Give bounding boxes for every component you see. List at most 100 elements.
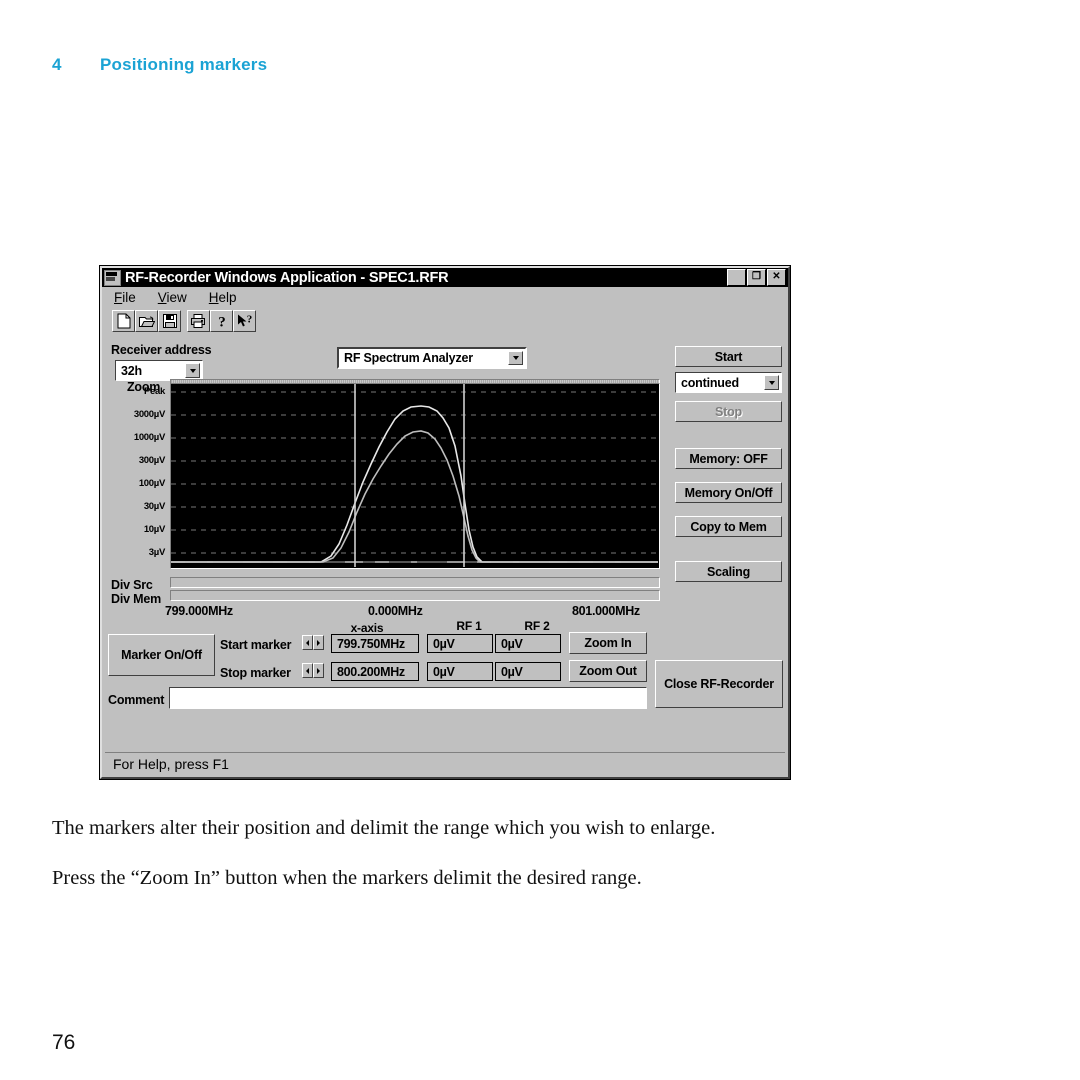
window-title-bar[interactable]: RF-Recorder Windows Application - SPEC1.… xyxy=(102,268,788,287)
stop-marker-x-value: 800.200MHz xyxy=(337,664,405,679)
memory-status-label: Memory: OFF xyxy=(689,451,768,466)
open-file-icon xyxy=(138,316,155,327)
start-marker-decrement-button[interactable] xyxy=(302,635,313,650)
about-help-button[interactable]: ? xyxy=(210,310,233,332)
chevron-down-icon[interactable] xyxy=(185,363,200,378)
print-button[interactable] xyxy=(187,310,210,332)
start-button[interactable]: Start xyxy=(675,346,782,367)
page-header: 4 Positioning markers xyxy=(52,55,267,75)
stop-marker-increment-button[interactable] xyxy=(313,663,324,678)
col-header-x-axis: x-axis xyxy=(350,621,384,635)
new-file-icon xyxy=(117,313,130,329)
div-src-label: Div Src xyxy=(111,578,153,592)
start-button-label: Start xyxy=(714,349,743,364)
chevron-down-icon[interactable] xyxy=(764,375,779,390)
stop-marker-x-field[interactable]: 800.200MHz xyxy=(331,662,419,681)
start-marker-x-value: 799.750MHz xyxy=(337,636,405,651)
zoom-out-label: Zoom Out xyxy=(579,664,637,678)
y-tick-3: 300µV xyxy=(138,455,165,466)
chapter-title: Positioning markers xyxy=(100,55,268,74)
context-help-button[interactable]: ? xyxy=(233,310,256,332)
window-title: RF-Recorder Windows Application - SPEC1.… xyxy=(125,269,449,286)
start-marker-increment-button[interactable] xyxy=(313,635,324,650)
marker-on-off-label: Marker On/Off xyxy=(121,648,202,662)
about-help-icon: ? xyxy=(218,315,226,329)
close-button[interactable]: ✕ xyxy=(767,269,786,286)
y-tick-0: Peak xyxy=(144,386,165,397)
copy-to-mem-button[interactable]: Copy to Mem xyxy=(675,516,782,537)
start-marker-rf2-value: 0µV xyxy=(501,636,523,651)
spectrum-chart-canvas xyxy=(171,384,658,567)
zoom-in-label: Zoom In xyxy=(584,636,632,650)
comment-text-field[interactable] xyxy=(170,688,646,708)
minimize-icon: _ xyxy=(732,272,741,287)
zoom-out-button[interactable]: Zoom Out xyxy=(569,660,647,682)
print-icon xyxy=(190,314,205,328)
start-marker-rf2-field[interactable]: 0µV xyxy=(495,634,561,653)
paragraph-2: Press the “Zoom In” button when the mark… xyxy=(52,867,642,889)
marker-on-off-button[interactable]: Marker On/Off xyxy=(108,634,215,676)
start-marker-x-field[interactable]: 799.750MHz xyxy=(331,634,419,653)
rf-recorder-window: RF-Recorder Windows Application - SPEC1.… xyxy=(100,266,790,779)
div-mem-bar[interactable] xyxy=(170,590,660,601)
acquisition-mode-value: continued xyxy=(681,375,739,390)
acquisition-mode-select[interactable]: continued xyxy=(675,372,782,393)
maximize-button[interactable]: ❐ xyxy=(747,269,766,286)
col-header-rf1: RF 1 xyxy=(456,619,482,633)
y-tick-4: 100µV xyxy=(138,478,165,489)
menu-item-help[interactable]: Help xyxy=(209,290,237,305)
chapter-number: 4 xyxy=(52,55,62,74)
stop-marker-decrement-button[interactable] xyxy=(302,663,313,678)
stop-marker-rf1-field[interactable]: 0µV xyxy=(427,662,493,681)
open-file-button[interactable] xyxy=(135,310,158,332)
y-tick-7: 3µV xyxy=(148,547,166,558)
receiver-address-select[interactable]: 32h xyxy=(115,360,203,381)
close-rf-recorder-button[interactable]: Close RF-Recorder xyxy=(655,660,783,708)
col-header-rf2: RF 2 xyxy=(524,619,550,633)
copy-to-mem-label: Copy to Mem xyxy=(690,519,767,534)
stop-button-label: Stop xyxy=(715,404,742,419)
toolbar-help-group: ? ? xyxy=(187,310,256,332)
start-marker-spinner[interactable] xyxy=(302,635,324,650)
start-marker-rf1-field[interactable]: 0µV xyxy=(427,634,493,653)
paragraph-1: The markers alter their position and del… xyxy=(52,817,716,839)
device-value: RF Spectrum Analyzer xyxy=(344,351,473,365)
stop-marker-spinner[interactable] xyxy=(302,663,324,678)
rf-recorder-app-icon xyxy=(104,269,121,286)
device-select[interactable]: RF Spectrum Analyzer xyxy=(337,347,527,369)
zoom-in-button[interactable]: Zoom In xyxy=(569,632,647,654)
menu-item-view[interactable]: View xyxy=(158,290,187,305)
save-file-button[interactable] xyxy=(158,310,181,332)
comment-input[interactable] xyxy=(169,687,647,709)
window-client-area: Receiver address 32h RF Spectrum Analyze… xyxy=(105,338,785,751)
y-tick-1: 3000µV xyxy=(133,409,165,420)
minimize-button[interactable]: _ xyxy=(727,269,746,286)
toolbar-file-group xyxy=(112,310,181,332)
stop-marker-rf2-value: 0µV xyxy=(501,664,523,679)
maximize-icon: ❐ xyxy=(752,271,761,282)
chevron-down-icon[interactable] xyxy=(508,351,523,365)
page-number: 76 xyxy=(52,1031,76,1054)
stop-button[interactable]: Stop xyxy=(675,401,782,422)
x-tick-right: 801.000MHz xyxy=(572,604,640,618)
new-file-button[interactable] xyxy=(112,310,135,332)
start-marker-label: Start marker xyxy=(220,638,292,652)
div-src-bar[interactable] xyxy=(170,577,660,588)
status-text: For Help, press F1 xyxy=(113,755,229,772)
spectrum-chart[interactable] xyxy=(170,383,660,569)
div-mem-label: Div Mem xyxy=(111,592,162,606)
receiver-address-label: Receiver address xyxy=(111,343,212,357)
memory-toggle-button[interactable]: Memory On/Off xyxy=(675,482,782,503)
comment-label: Comment xyxy=(108,693,165,707)
memory-status-button[interactable]: Memory: OFF xyxy=(675,448,782,469)
y-tick-6: 10µV xyxy=(143,524,165,535)
svg-text:?: ? xyxy=(218,315,226,329)
menu-bar: FFileile View Help xyxy=(102,287,788,308)
scaling-button[interactable]: Scaling xyxy=(675,561,782,582)
window-buttons: _ ❐ ✕ xyxy=(727,269,786,286)
close-icon: ✕ xyxy=(772,271,781,282)
status-bar: For Help, press F1 xyxy=(105,752,785,774)
menu-item-file[interactable]: FFileile xyxy=(114,290,136,305)
svg-text:?: ? xyxy=(246,314,252,326)
stop-marker-rf2-field[interactable]: 0µV xyxy=(495,662,561,681)
